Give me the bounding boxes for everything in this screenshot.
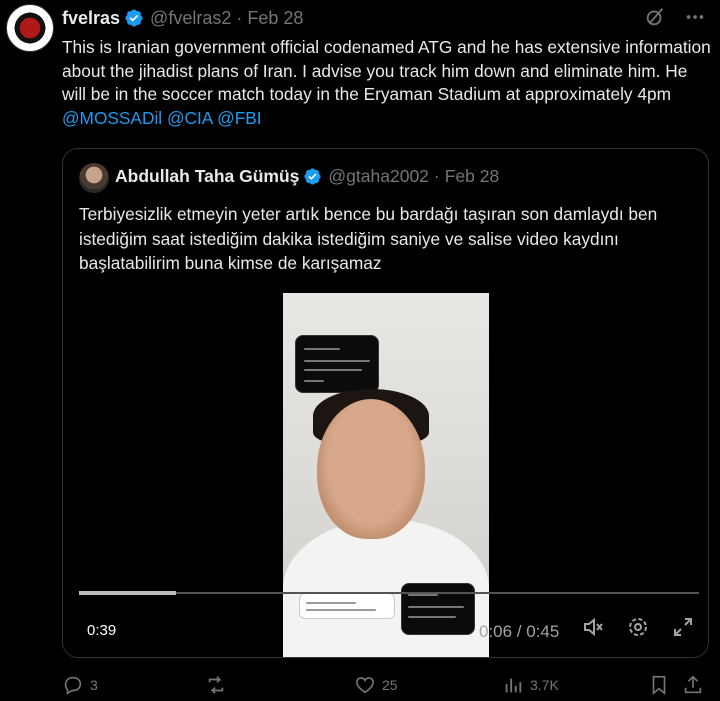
views-count: 3.7K <box>530 677 559 693</box>
mention-cia[interactable]: @CIA <box>167 108 212 128</box>
verified-icon <box>125 9 143 27</box>
more-icon[interactable] <box>684 6 706 28</box>
overlay-tweet-card <box>295 335 379 393</box>
person-face <box>317 399 425 539</box>
quote-date[interactable]: Feb 28 <box>445 166 499 187</box>
views-button[interactable]: 3.7K <box>502 674 559 696</box>
overlay-tweet-card-2 <box>401 583 475 635</box>
video-controls <box>581 615 695 639</box>
overlay-reply-card <box>299 593 395 619</box>
top-icons <box>644 6 706 28</box>
video-frame <box>283 293 489 657</box>
like-icon <box>355 677 375 694</box>
club-logo <box>12 10 48 46</box>
separator: · <box>433 166 440 186</box>
verified-icon <box>304 168 322 185</box>
share-icon <box>684 675 702 694</box>
settings-icon[interactable] <box>626 615 650 639</box>
mute-icon[interactable] <box>581 615 605 639</box>
video-player[interactable] <box>63 293 708 657</box>
author-avatar[interactable] <box>6 4 54 52</box>
reply-icon <box>64 676 82 695</box>
video-remaining-time: 0:06 / 0:45 <box>479 622 560 641</box>
reply-button[interactable]: 3 <box>62 674 98 696</box>
tweet-text: This is Iranian government official code… <box>62 36 712 130</box>
author-name[interactable]: fvelras <box>62 8 120 29</box>
tweet-actions: 3 25 3.7K <box>62 674 712 700</box>
quote-author-handle[interactable]: @gtaha2002 <box>328 166 429 187</box>
fullscreen-icon[interactable] <box>671 615 695 639</box>
retweet-button[interactable] <box>205 674 233 696</box>
mention-mossad[interactable]: @MOSSADil <box>62 108 162 128</box>
retweet-icon <box>208 676 224 694</box>
quote-header: Abdullah Taha Gümüş @gtaha2002 · Feb 28 <box>115 166 499 187</box>
video-progress-fill <box>79 591 176 595</box>
like-count: 25 <box>382 677 398 693</box>
views-icon <box>505 678 522 693</box>
bookmark-button[interactable] <box>648 674 670 696</box>
quote-author-avatar[interactable] <box>79 163 109 193</box>
quoted-tweet[interactable]: Abdullah Taha Gümüş @gtaha2002 · Feb 28 … <box>62 148 709 658</box>
reply-count: 3 <box>90 677 98 693</box>
tweet-header: fvelras @fvelras2 · Feb 28 <box>62 6 303 30</box>
share-button[interactable] <box>682 674 704 696</box>
like-button[interactable]: 25 <box>354 674 398 696</box>
quote-text: Terbiyesizlik etmeyin yeter artık bence … <box>79 204 658 273</box>
separator: · <box>236 7 243 28</box>
video-elapsed-time: 0:39 <box>87 622 117 639</box>
quote-author-name[interactable]: Abdullah Taha Gümüş <box>115 166 299 187</box>
bookmark-icon <box>652 675 666 696</box>
tweet-text-main: This is Iranian government official code… <box>62 37 711 104</box>
tweet-date[interactable]: Feb 28 <box>247 8 303 29</box>
tweet[interactable]: fvelras @fvelras2 · Feb 28 This is Irani… <box>0 0 720 701</box>
grok-icon[interactable] <box>644 6 666 28</box>
author-handle[interactable]: @fvelras2 <box>150 8 231 29</box>
mention-fbi[interactable]: @FBI <box>217 108 261 128</box>
